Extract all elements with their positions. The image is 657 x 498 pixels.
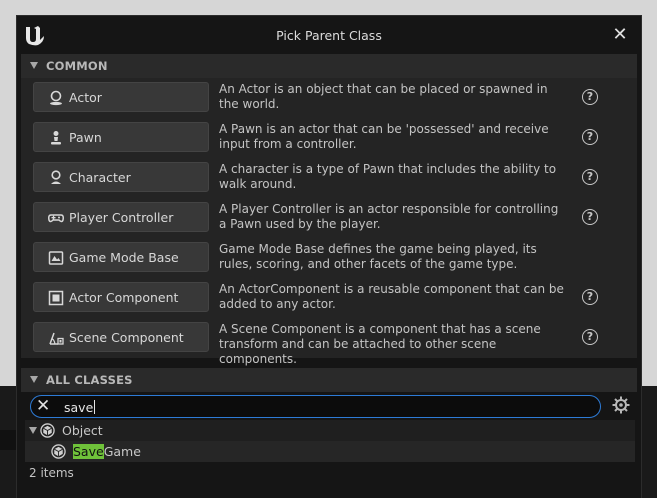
pick-parent-class-dialog: Pick Parent Class ✕ COMMON Actor An Acto… <box>16 15 642 498</box>
help-icon[interactable]: ? <box>582 289 598 305</box>
pawn-button[interactable]: Pawn <box>33 122 209 152</box>
all-classes-section-label: ALL CLASSES <box>46 373 133 387</box>
help-icon[interactable]: ? <box>582 129 598 145</box>
actor-icon <box>50 90 62 106</box>
tree-row-object[interactable]: Object <box>25 420 635 441</box>
text-caret <box>94 400 96 414</box>
collapse-arrow-icon[interactable] <box>30 62 38 69</box>
savegame-class-label: SaveGame <box>73 444 141 459</box>
class-search-input[interactable]: ✕ save <box>30 395 601 418</box>
common-row-scene-component: Scene Component A Scene Component is a c… <box>21 318 637 366</box>
actor-component-icon <box>48 290 64 306</box>
help-icon[interactable]: ? <box>582 329 598 345</box>
character-icon <box>51 170 61 184</box>
all-classes-section-header[interactable]: ALL CLASSES <box>21 368 637 392</box>
search-match-highlight: Save <box>73 444 104 459</box>
game-mode-base-button[interactable]: Game Mode Base <box>33 242 209 272</box>
character-button-label: Character <box>69 170 131 185</box>
object-class-icon <box>51 444 66 459</box>
clear-search-icon[interactable]: ✕ <box>36 396 50 416</box>
gear-icon[interactable] <box>611 395 631 415</box>
actor-component-button-label: Actor Component <box>69 290 179 305</box>
title-bar[interactable]: Pick Parent Class ✕ <box>17 16 641 54</box>
common-row-actor-component: Actor Component An ActorComponent is a r… <box>21 278 637 318</box>
item-count: 2 items <box>29 466 74 480</box>
expand-arrow-icon[interactable] <box>29 427 37 434</box>
search-input-text: save <box>64 400 94 415</box>
player-controller-button[interactable]: Player Controller <box>33 202 209 232</box>
savegame-label-rest: Game <box>103 444 141 459</box>
actor-description: An Actor is an object that can be placed… <box>219 82 548 111</box>
actor-button[interactable]: Actor <box>33 82 209 112</box>
object-class-icon <box>40 423 55 438</box>
player-controller-description: A Player Controller is an actor responsi… <box>219 202 559 231</box>
pawn-description: A Pawn is an actor that can be 'possesse… <box>219 122 549 151</box>
dialog-title: Pick Parent Class <box>276 28 382 43</box>
tree-row-savegame[interactable]: SaveGame <box>25 441 635 462</box>
pawn-icon <box>51 131 61 145</box>
game-mode-icon <box>48 251 64 265</box>
character-description: A character is a type of Pawn that inclu… <box>219 162 557 191</box>
collapse-arrow-icon[interactable] <box>30 376 38 383</box>
scene-component-button-label: Scene Component <box>69 330 184 345</box>
game-mode-base-button-label: Game Mode Base <box>69 250 179 265</box>
player-controller-button-label: Player Controller <box>69 210 174 225</box>
scene-component-description: A Scene Component is a component that ha… <box>219 322 541 366</box>
pawn-button-label: Pawn <box>69 130 102 145</box>
help-icon[interactable]: ? <box>582 89 598 105</box>
help-icon[interactable]: ? <box>582 169 598 185</box>
actor-component-description: An ActorComponent is a reusable componen… <box>219 282 564 311</box>
game-mode-base-description: Game Mode Base defines the game being pl… <box>219 242 537 271</box>
help-icon[interactable]: ? <box>582 209 598 225</box>
actor-button-label: Actor <box>69 90 102 105</box>
object-class-label: Object <box>62 423 103 438</box>
common-row-game-mode-base: Game Mode Base Game Mode Base defines th… <box>21 238 637 278</box>
common-section-header[interactable]: COMMON <box>21 54 637 78</box>
search-input-value[interactable]: save <box>64 400 96 415</box>
class-tree: Object SaveGame <box>25 420 635 462</box>
common-row-player-controller: Player Controller A Player Controller is… <box>21 198 637 238</box>
scene-component-icon <box>49 332 64 345</box>
common-row-character: Character A character is a type of Pawn … <box>21 158 637 198</box>
scene-component-button[interactable]: Scene Component <box>33 322 209 352</box>
character-button[interactable]: Character <box>33 162 209 192</box>
common-section-label: COMMON <box>46 59 108 73</box>
common-row-pawn: Pawn A Pawn is an actor that can be 'pos… <box>21 118 637 158</box>
common-classes-list: Actor An Actor is an object that can be … <box>21 78 637 366</box>
close-icon[interactable]: ✕ <box>611 25 629 45</box>
actor-component-button[interactable]: Actor Component <box>33 282 209 312</box>
gamepad-icon <box>48 214 64 223</box>
common-row-actor: Actor An Actor is an object that can be … <box>21 78 637 118</box>
